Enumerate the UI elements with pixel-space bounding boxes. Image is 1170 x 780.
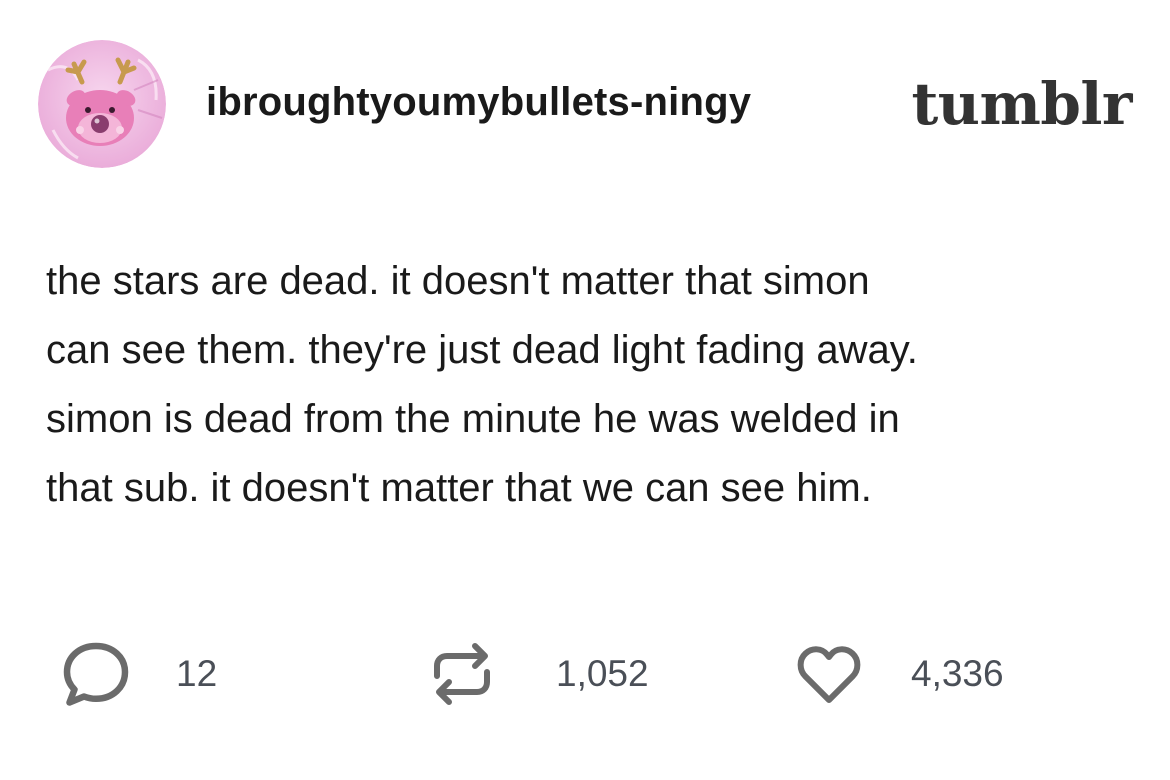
comment-bubble-icon: [60, 638, 132, 710]
like-button[interactable]: 4,336: [793, 638, 1004, 710]
avatar[interactable]: [38, 40, 166, 168]
reblog-count: 1,052: [556, 653, 649, 694]
username[interactable]: ibroughtyoumybullets-ningy: [206, 80, 751, 125]
heart-icon: [793, 638, 865, 710]
like-count: 4,336: [911, 653, 1004, 694]
post-header: ibroughtyoumybullets-ningy tumblr: [38, 40, 1138, 170]
comment-count: 12: [176, 653, 218, 694]
post-text-line: can see them. they're just dead light fa…: [46, 328, 918, 372]
pink-reindeer-avatar-icon: [38, 40, 166, 168]
post-actions: 12 1,052 4,336: [60, 638, 1120, 710]
post-body: the stars are dead. it doesn't matter th…: [46, 247, 1136, 523]
reblog-button[interactable]: 1,052: [426, 638, 649, 710]
post-text-line: the stars are dead. it doesn't matter th…: [46, 259, 870, 303]
post-text-line: simon is dead from the minute he was wel…: [46, 397, 900, 441]
reblog-icon: [426, 638, 498, 710]
comment-button[interactable]: 12: [60, 638, 217, 710]
tumblr-logo: tumblr: [911, 70, 1133, 138]
post-text-line: that sub. it doesn't matter that we can …: [46, 466, 872, 510]
